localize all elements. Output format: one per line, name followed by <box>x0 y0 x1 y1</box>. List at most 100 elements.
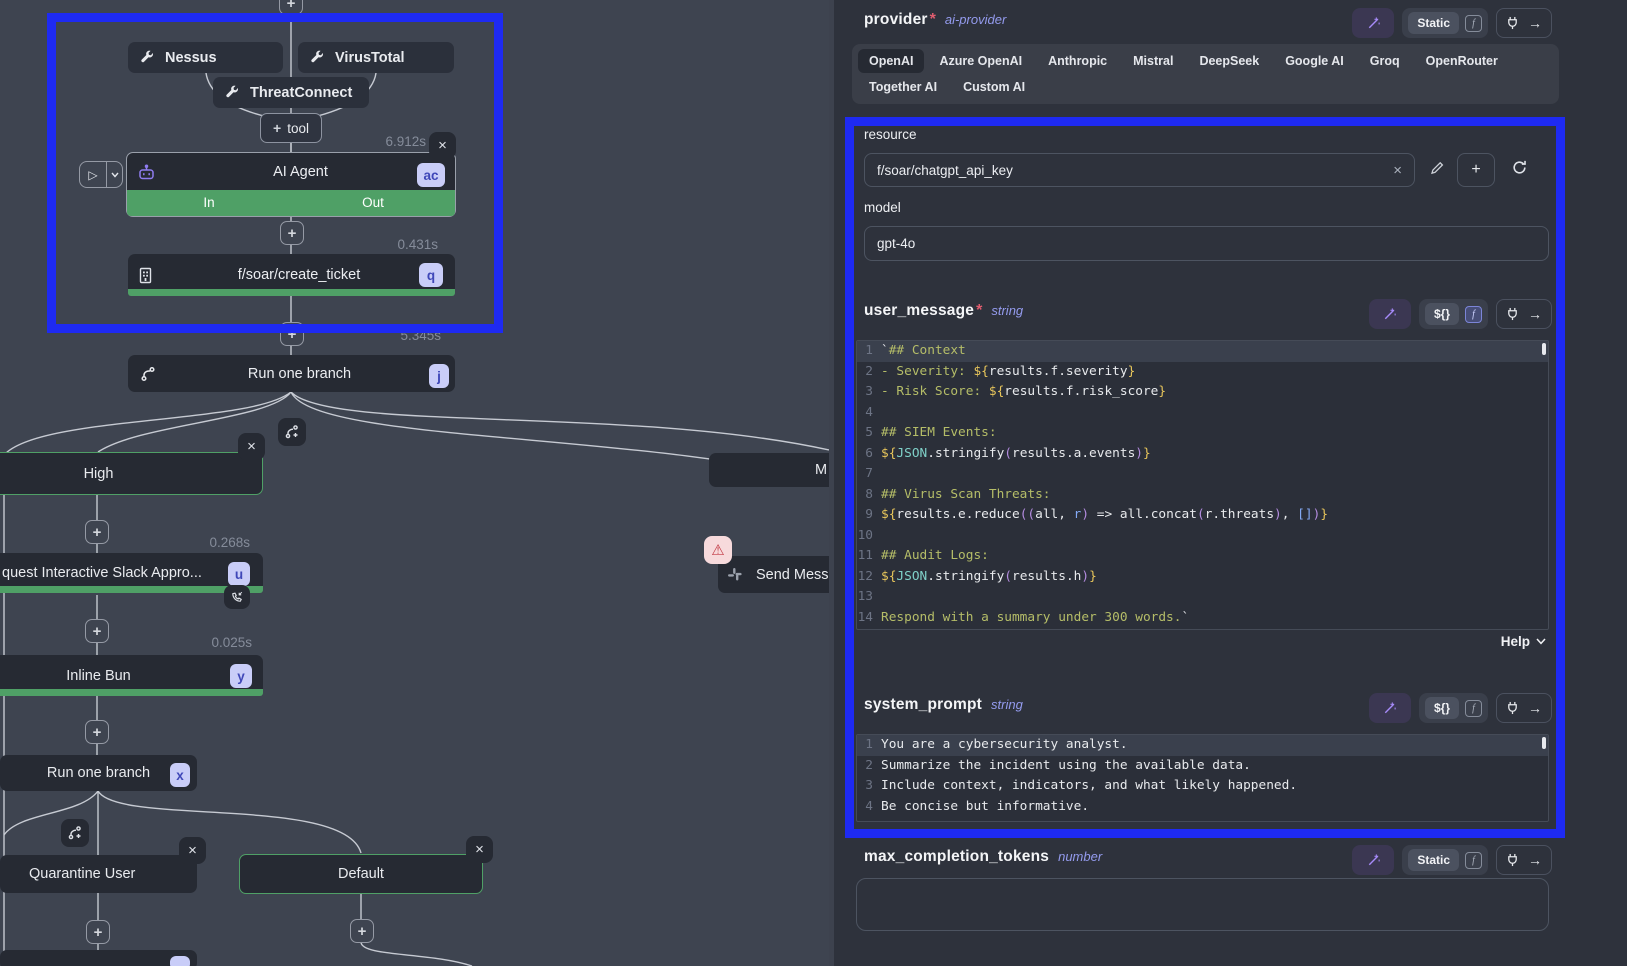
expression-mode-icon[interactable]: f <box>1465 15 1482 32</box>
code-line[interactable]: 14Respond with a summary under 300 words… <box>857 608 1548 629</box>
node-branch-high[interactable]: High <box>0 452 263 495</box>
editor-scrollbar[interactable] <box>1542 737 1546 749</box>
refresh-resources-button[interactable] <box>1511 159 1528 176</box>
in-tab[interactable]: In <box>127 190 291 216</box>
node-run-one-branch-2[interactable]: Run one branch <box>0 755 197 791</box>
mode-expression[interactable]: ${} <box>1425 697 1459 719</box>
code-line[interactable]: 4 <box>857 403 1548 424</box>
system-prompt-editor[interactable]: 1You are a cybersecurity analyst.2Summar… <box>856 734 1549 822</box>
node-create-ticket[interactable]: f/soar/create_ticket <box>128 254 455 296</box>
code-line[interactable]: 6${JSON.stringify(results.a.events)} <box>857 444 1548 465</box>
add-step-connector[interactable]: + <box>85 720 109 744</box>
model-input[interactable]: gpt-4o <box>864 226 1549 261</box>
add-resource-button[interactable]: + <box>1457 153 1495 187</box>
code-line[interactable]: 13 <box>857 587 1548 608</box>
remove-branch-button[interactable]: × <box>466 836 493 863</box>
tab-openai[interactable]: OpenAI <box>858 49 924 73</box>
plug-icon[interactable] <box>1506 701 1519 715</box>
node-inline-bun[interactable]: Inline Bun <box>0 655 263 696</box>
edit-resource-button[interactable] <box>1429 160 1445 176</box>
add-step-connector[interactable]: + <box>86 920 110 944</box>
mode-toggle[interactable]: Static f <box>1402 845 1488 875</box>
resource-input[interactable]: f/soar/chatgpt_api_key × <box>864 153 1415 187</box>
code-line[interactable]: 4Be concise but informative. <box>857 797 1548 818</box>
run-options-button[interactable] <box>106 162 122 187</box>
plug-icon[interactable] <box>1506 16 1519 30</box>
code-line[interactable]: 10 <box>857 526 1548 547</box>
mode-toggle[interactable]: ${} f <box>1419 299 1488 329</box>
plug-icon[interactable] <box>1506 853 1519 867</box>
run-controls[interactable]: ▷ <box>79 161 123 188</box>
node-quarantine-user[interactable]: Quarantine User <box>0 855 197 893</box>
node-send-message[interactable]: Send Message <box>718 556 829 593</box>
add-step-connector[interactable]: + <box>85 619 109 643</box>
remove-branch-button[interactable]: × <box>179 837 206 864</box>
mode-toggle[interactable]: ${} f <box>1419 693 1488 723</box>
connect-arrow-icon[interactable]: → <box>1528 700 1542 716</box>
ai-assist-button[interactable] <box>1369 693 1411 723</box>
node-threatconnect[interactable]: ThreatConnect <box>213 77 369 108</box>
node-bottom-sliver[interactable] <box>0 950 197 966</box>
tab-google-ai[interactable]: Google AI <box>1274 49 1355 73</box>
editor-scrollbar[interactable] <box>1542 343 1546 355</box>
node-nessus[interactable]: Nessus <box>128 42 283 73</box>
connect-arrow-icon[interactable]: → <box>1528 852 1542 868</box>
tab-together-ai[interactable]: Together AI <box>858 75 948 99</box>
tab-anthropic[interactable]: Anthropic <box>1037 49 1118 73</box>
max-tokens-input[interactable] <box>856 878 1549 931</box>
add-branch-button[interactable] <box>278 418 306 446</box>
add-step-connector[interactable]: + <box>279 0 303 15</box>
code-line[interactable]: 8## Virus Scan Threats: <box>857 485 1548 506</box>
ai-assist-button[interactable] <box>1352 8 1394 38</box>
code-line[interactable]: 12${JSON.stringify(results.h)} <box>857 567 1548 588</box>
tab-deepseek[interactable]: DeepSeek <box>1188 49 1270 73</box>
remove-branch-button[interactable]: × <box>238 433 265 460</box>
ai-assist-button[interactable] <box>1369 299 1411 329</box>
code-line[interactable]: 2- Severity: ${results.f.severity} <box>857 362 1548 383</box>
code-line[interactable]: 1`## Context <box>857 341 1548 362</box>
tab-mistral[interactable]: Mistral <box>1122 49 1184 73</box>
user-message-editor[interactable]: 1`## Context2- Severity: ${results.f.sev… <box>856 340 1549 630</box>
expression-mode-icon[interactable]: f <box>1465 700 1482 717</box>
expression-mode-icon[interactable]: f <box>1465 852 1482 869</box>
add-step-connector[interactable]: + <box>85 520 109 544</box>
code-line[interactable]: 1You are a cybersecurity analyst. <box>857 735 1548 756</box>
add-step-connector[interactable]: + <box>280 221 304 245</box>
node-run-one-branch-1[interactable]: Run one branch <box>128 355 455 392</box>
out-tab[interactable]: Out <box>291 190 455 216</box>
expression-mode-icon[interactable]: f <box>1465 306 1482 323</box>
node-branch-medium[interactable]: M <box>709 453 829 487</box>
add-branch-button[interactable] <box>61 819 89 847</box>
close-button[interactable]: × <box>429 132 456 159</box>
code-line[interactable]: 2Summarize the incident using the availa… <box>857 756 1548 777</box>
code-line[interactable]: 3- Risk Score: ${results.f.risk_score} <box>857 382 1548 403</box>
mode-toggle[interactable]: Static f <box>1402 8 1488 38</box>
code-line[interactable]: 9${results.e.reduce((all, r) => all.conc… <box>857 505 1548 526</box>
code-line[interactable]: 3Include context, indicators, and what l… <box>857 776 1548 797</box>
tab-openrouter[interactable]: OpenRouter <box>1415 49 1509 73</box>
mode-static[interactable]: Static <box>1408 12 1459 34</box>
tab-azure-openai[interactable]: Azure OpenAI <box>928 49 1033 73</box>
add-step-connector[interactable]: + <box>350 919 374 943</box>
code-line[interactable]: 5## SIEM Events: <box>857 423 1548 444</box>
help-button[interactable]: Help <box>1501 634 1546 649</box>
add-step-connector[interactable]: + <box>280 322 304 346</box>
node-slack-approval[interactable]: quest Interactive Slack Appro... <box>0 553 263 593</box>
connect-arrow-icon[interactable]: → <box>1528 306 1542 322</box>
plug-icon[interactable] <box>1506 307 1519 321</box>
mode-static[interactable]: Static <box>1408 849 1459 871</box>
mode-expression[interactable]: ${} <box>1425 303 1459 325</box>
clear-icon[interactable]: × <box>1393 162 1402 179</box>
play-button[interactable]: ▷ <box>80 162 106 187</box>
code-line[interactable]: 11## Audit Logs: <box>857 546 1548 567</box>
connect-arrow-icon[interactable]: → <box>1528 15 1542 31</box>
node-branch-default[interactable]: Default <box>239 854 483 894</box>
code-line[interactable]: 7 <box>857 464 1548 485</box>
node-ai-agent[interactable]: AI Agent In Out <box>126 152 456 217</box>
tool-pill[interactable]: + tool <box>260 113 322 143</box>
workflow-canvas[interactable]: + Nessus VirusTotal ThreatConnect + tool… <box>0 0 829 966</box>
ai-assist-button[interactable] <box>1352 845 1394 875</box>
node-virustotal[interactable]: VirusTotal <box>298 42 454 73</box>
tab-groq[interactable]: Groq <box>1359 49 1411 73</box>
tab-custom-ai[interactable]: Custom AI <box>952 75 1036 99</box>
